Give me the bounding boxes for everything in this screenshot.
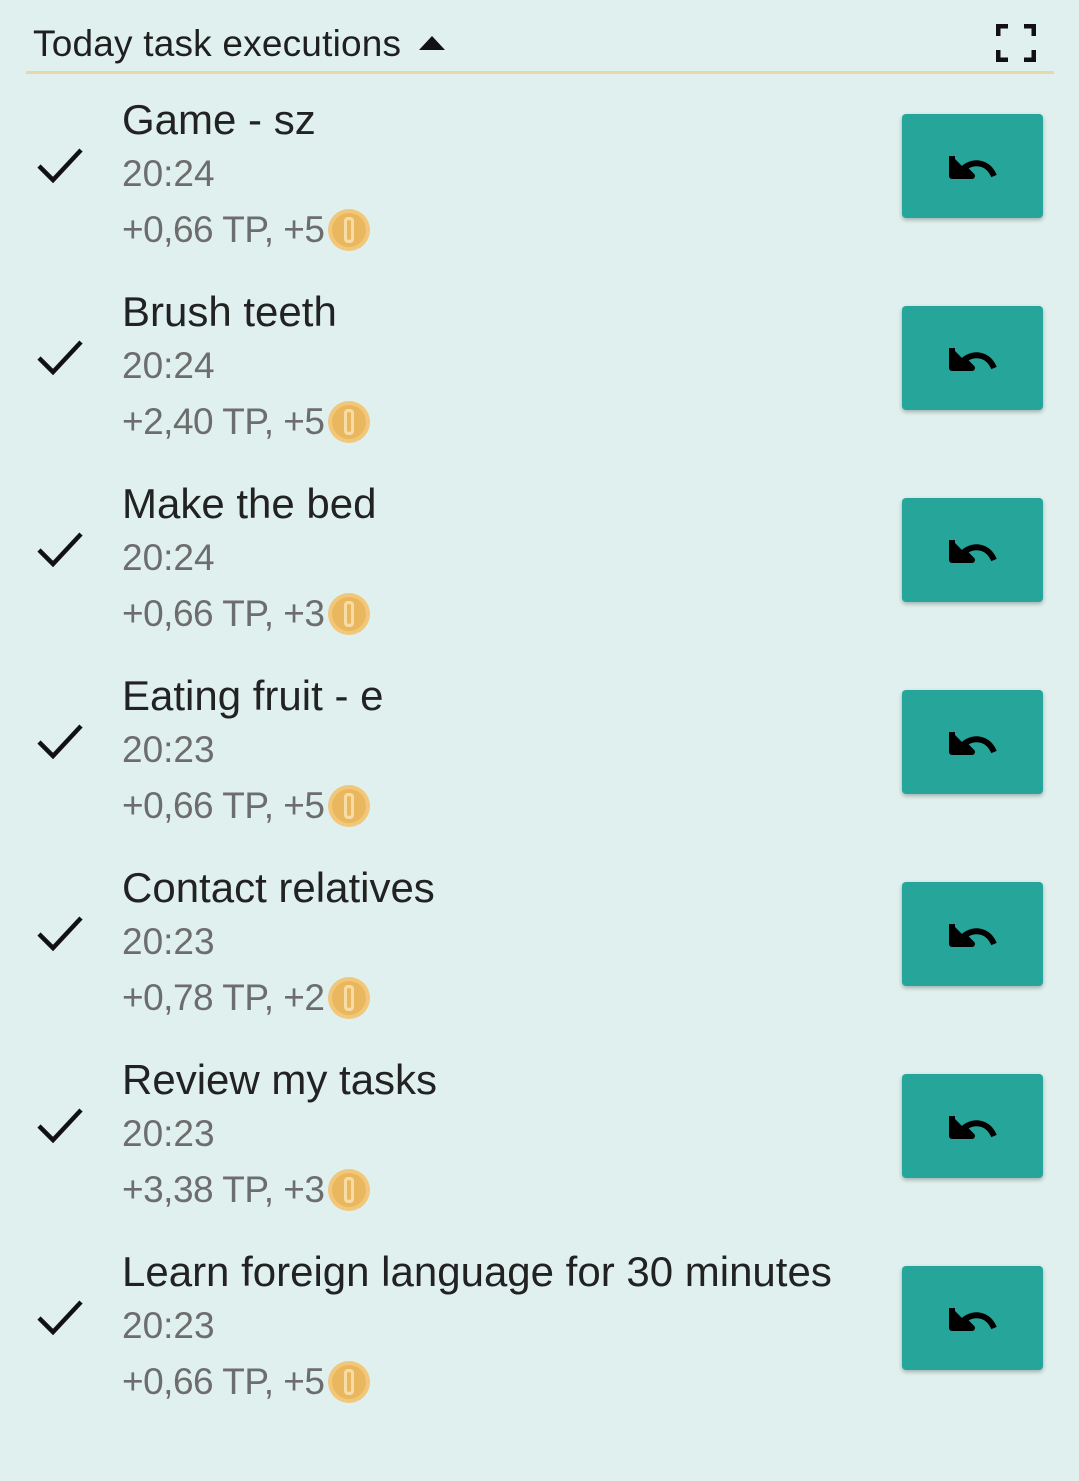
task-time: 20:23 bbox=[122, 1305, 215, 1346]
task-reward-text: +3,38 TP, +3 bbox=[122, 1169, 325, 1210]
task-reward-text: +0,66 TP, +3 bbox=[122, 593, 325, 634]
task-name: Contact relatives bbox=[122, 864, 435, 911]
undo-icon bbox=[948, 1308, 997, 1331]
list-item: Brush teeth 20:24 +2,40 TP, +5 bbox=[0, 288, 1079, 480]
task-reward: +0,66 TP, +5 bbox=[122, 784, 371, 828]
undo-button[interactable] bbox=[902, 1074, 1043, 1178]
task-reward-text: +0,78 TP, +2 bbox=[122, 977, 325, 1018]
list-item: Game - sz 20:24 +0,66 TP, +5 bbox=[0, 96, 1079, 288]
list-item: Make the bed 20:24 +0,66 TP, +3 bbox=[0, 480, 1079, 672]
undo-icon bbox=[948, 348, 997, 371]
task-name: Game - sz bbox=[122, 96, 316, 143]
list-item: Eating fruit - e 20:23 +0,66 TP, +5 bbox=[0, 672, 1079, 864]
coin-icon bbox=[327, 400, 371, 444]
task-reward: +2,40 TP, +5 bbox=[122, 400, 371, 444]
task-time: 20:24 bbox=[122, 153, 215, 194]
task-time: 20:24 bbox=[122, 345, 215, 386]
task-time: 20:23 bbox=[122, 1113, 215, 1154]
task-reward-text: +0,66 TP, +5 bbox=[122, 209, 325, 250]
undo-icon bbox=[948, 732, 997, 755]
task-reward-text: +0,66 TP, +5 bbox=[122, 785, 325, 826]
task-reward: +0,66 TP, +5 bbox=[122, 208, 371, 252]
checkmark-icon bbox=[36, 722, 84, 762]
section-toggle[interactable]: Today task executions bbox=[33, 22, 446, 66]
task-time: 20:24 bbox=[122, 537, 215, 578]
checkmark-icon bbox=[36, 146, 84, 186]
task-name: Brush teeth bbox=[122, 288, 337, 335]
caret-up-icon bbox=[419, 36, 446, 50]
undo-button[interactable] bbox=[902, 1266, 1043, 1370]
undo-button[interactable] bbox=[902, 882, 1043, 986]
list-item: Review my tasks 20:23 +3,38 TP, +3 bbox=[0, 1056, 1079, 1248]
header-bar: Today task executions bbox=[26, 0, 1054, 74]
task-name: Review my tasks bbox=[122, 1056, 438, 1103]
coin-icon bbox=[327, 208, 371, 252]
undo-button[interactable] bbox=[902, 498, 1043, 602]
checkmark-icon bbox=[36, 338, 84, 378]
undo-button[interactable] bbox=[902, 114, 1043, 218]
checkmark-icon bbox=[36, 1298, 84, 1338]
list-item: Learn foreign language for 30 minutes 20… bbox=[0, 1248, 1079, 1440]
task-reward-text: +2,40 TP, +5 bbox=[122, 401, 325, 442]
checkmark-icon bbox=[36, 1106, 84, 1146]
checkmark-icon bbox=[36, 914, 84, 954]
undo-icon bbox=[948, 540, 997, 563]
section-title: Today task executions bbox=[33, 23, 402, 64]
coin-icon bbox=[327, 784, 371, 828]
fullscreen-icon[interactable] bbox=[995, 23, 1037, 63]
task-time: 20:23 bbox=[122, 921, 215, 962]
undo-icon bbox=[948, 924, 997, 947]
task-name: Learn foreign language for 30 minutes bbox=[122, 1248, 832, 1295]
task-reward: +0,78 TP, +2 bbox=[122, 976, 371, 1020]
task-reward: +0,66 TP, +3 bbox=[122, 592, 371, 636]
coin-icon bbox=[327, 1168, 371, 1212]
undo-icon bbox=[948, 156, 997, 179]
task-name: Eating fruit - e bbox=[122, 672, 384, 719]
undo-icon bbox=[948, 1116, 997, 1139]
coin-icon bbox=[327, 592, 371, 636]
task-time: 20:23 bbox=[122, 729, 215, 770]
task-reward-text: +0,66 TP, +5 bbox=[122, 1361, 325, 1402]
task-name: Make the bed bbox=[122, 480, 377, 527]
list-item: Contact relatives 20:23 +0,78 TP, +2 bbox=[0, 864, 1079, 1056]
undo-button[interactable] bbox=[902, 306, 1043, 410]
coin-icon bbox=[327, 1360, 371, 1404]
undo-button[interactable] bbox=[902, 690, 1043, 794]
task-reward: +0,66 TP, +5 bbox=[122, 1360, 371, 1404]
checkmark-icon bbox=[36, 530, 84, 570]
coin-icon bbox=[327, 976, 371, 1020]
task-reward: +3,38 TP, +3 bbox=[122, 1168, 371, 1212]
